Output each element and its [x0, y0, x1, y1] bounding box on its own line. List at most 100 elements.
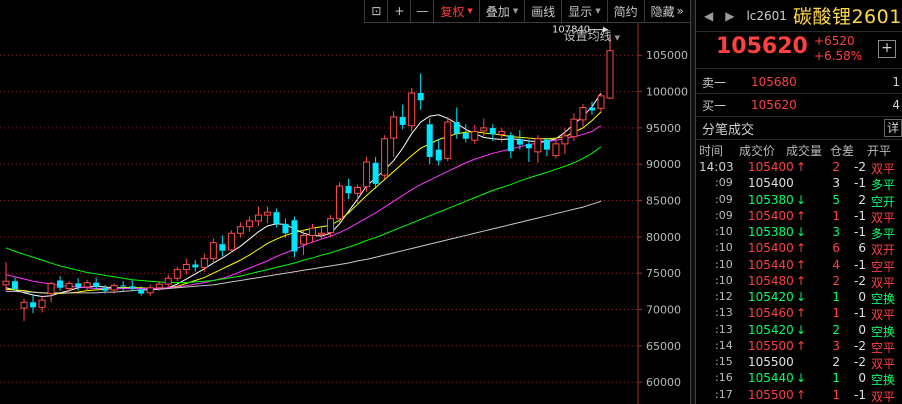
candle	[570, 113, 578, 141]
candle	[543, 138, 550, 157]
candle	[173, 266, 181, 282]
candle	[254, 206, 262, 226]
trade-price: 105400	[748, 241, 794, 256]
candle	[164, 274, 172, 288]
candlestick-series	[2, 34, 614, 322]
trade-oi-change: -1	[854, 208, 866, 223]
candle-body-up	[173, 269, 181, 279]
arrow-down-icon: ↓	[796, 371, 807, 386]
caret-down-icon: ▼	[467, 7, 473, 15]
buy-volume: 4	[892, 98, 900, 112]
candle-body-down	[462, 132, 469, 139]
trade-price: 105420	[748, 290, 794, 304]
price-axis: 105000 100000 95000 90000 85000 80000 75000 700…	[637, 23, 688, 404]
arrow-down-icon: ↓	[796, 225, 807, 239]
candle	[93, 277, 100, 290]
hide-button[interactable]: 隐藏»	[643, 0, 690, 23]
trade-oi-change: 0	[858, 290, 866, 304]
trade-price: 105480	[748, 273, 794, 288]
kline-chart-panel[interactable]: 105000 100000 95000 90000 85000 80000 75000 700…	[0, 0, 690, 404]
price-tick-label: 95000	[646, 122, 681, 135]
trades-list[interactable]: 14:03 105400 ↑ 2 -2 双平:09 105400 3 -1 多平:09 105380…	[696, 159, 902, 404]
trade-oi-change: 0	[858, 371, 866, 386]
add-to-watchlist-button[interactable]: +	[878, 40, 896, 58]
contract-button[interactable]: 简约	[606, 0, 644, 23]
arrow-up-icon: ↑	[796, 241, 807, 256]
kline-chart[interactable]: 105000 100000 95000 90000 85000 80000 75000 700…	[0, 0, 690, 404]
candle-body-down	[129, 286, 136, 289]
double-chevron-icon: »	[676, 4, 684, 18]
arrow-up-icon: ↑	[796, 273, 807, 288]
display-dropdown[interactable]: 显示 ▼	[561, 0, 607, 23]
candle	[209, 238, 217, 264]
trade-volume: 3	[832, 176, 840, 191]
trade-oi-change: 0	[858, 322, 866, 337]
candle-body-down	[489, 127, 496, 135]
chart-grid	[0, 54, 638, 383]
candle	[38, 296, 46, 313]
trade-time: :10	[715, 225, 733, 238]
trade-oi-change: 2	[858, 192, 866, 207]
zoom-in-button[interactable]: +	[387, 0, 411, 23]
candle	[381, 135, 389, 179]
candle	[318, 227, 326, 240]
candle-body-down	[192, 264, 199, 268]
candle-body-up	[408, 92, 416, 127]
candle-body-down	[507, 135, 514, 152]
trade-volume: 3	[832, 338, 840, 353]
candle-body-down	[138, 289, 145, 294]
price-tick-label: 75000	[646, 267, 681, 280]
candle-body-up	[200, 258, 208, 268]
trade-row: 14:03 105400 ↑ 2 -2 双平	[696, 159, 902, 176]
trade-volume: 1	[832, 387, 840, 402]
lock-icon[interactable]: ⊡	[364, 0, 388, 23]
candle-body-up	[318, 232, 326, 236]
candle	[291, 216, 298, 258]
col-price: 成交价	[739, 144, 776, 158]
overlay-dropdown[interactable]: 叠加 ▼	[478, 0, 525, 23]
candle	[417, 73, 424, 110]
candle-body-up	[480, 127, 488, 132]
trade-oi-change: -1	[854, 306, 866, 321]
trade-volume: 2	[832, 160, 840, 174]
candle-body-up	[164, 277, 172, 285]
trade-price: 105440	[748, 371, 794, 386]
candle	[30, 295, 37, 314]
caret-down-icon: ▼	[512, 7, 519, 15]
draw-button[interactable]: 画线	[524, 0, 562, 23]
ma-settings-dropdown[interactable]: 设置均线 ▼	[564, 27, 620, 44]
candle	[507, 132, 514, 159]
trade-time: :14	[715, 338, 733, 352]
orderbook-buy-row: 买一 105620 4	[696, 94, 902, 117]
trade-row: :09 105380 ↓ 5 2 空开	[696, 192, 902, 209]
arrow-down-icon: ↓	[796, 290, 807, 304]
candle-body-down	[372, 162, 379, 184]
candle	[245, 216, 253, 232]
candle-body-up	[236, 226, 244, 234]
trade-row: :13 105420 ↓ 2 0 空换	[696, 322, 902, 339]
trade-time: :13	[715, 306, 733, 320]
candle-body-down	[93, 282, 100, 288]
prev-contract-icon[interactable]: ◀	[704, 9, 713, 23]
trade-oi-change: -1	[854, 387, 866, 402]
arrow-up-icon: ↑	[796, 306, 807, 321]
trade-row: :10 105480 ↑ 2 -2 双平	[696, 273, 902, 290]
candle-body-down	[426, 124, 433, 157]
candle-body-down	[12, 281, 19, 290]
candle	[47, 281, 55, 303]
candle-body-down	[282, 223, 289, 234]
candle	[606, 34, 614, 99]
lock-icon-label: ⊡	[371, 4, 382, 18]
candle	[579, 103, 587, 127]
chart-toolbar: ⊡ + — 复权 ▼ 叠加 ▼ 画线 显示 ▼ 简约 隐藏»	[364, 0, 690, 23]
trades-detail-button[interactable]: 详	[884, 119, 902, 137]
adjust-dropdown[interactable]: 复权 ▼	[433, 0, 479, 23]
trade-oi-change: 6	[858, 241, 866, 256]
candle-body-up	[390, 116, 398, 139]
next-contract-icon[interactable]: ▶	[725, 9, 734, 23]
candle-body-down	[120, 285, 127, 287]
price-change: +6520	[814, 34, 855, 48]
zoom-out-button[interactable]: —	[410, 0, 434, 23]
candle-body-up	[552, 143, 560, 157]
arrow-down-icon: ↓	[796, 192, 807, 207]
